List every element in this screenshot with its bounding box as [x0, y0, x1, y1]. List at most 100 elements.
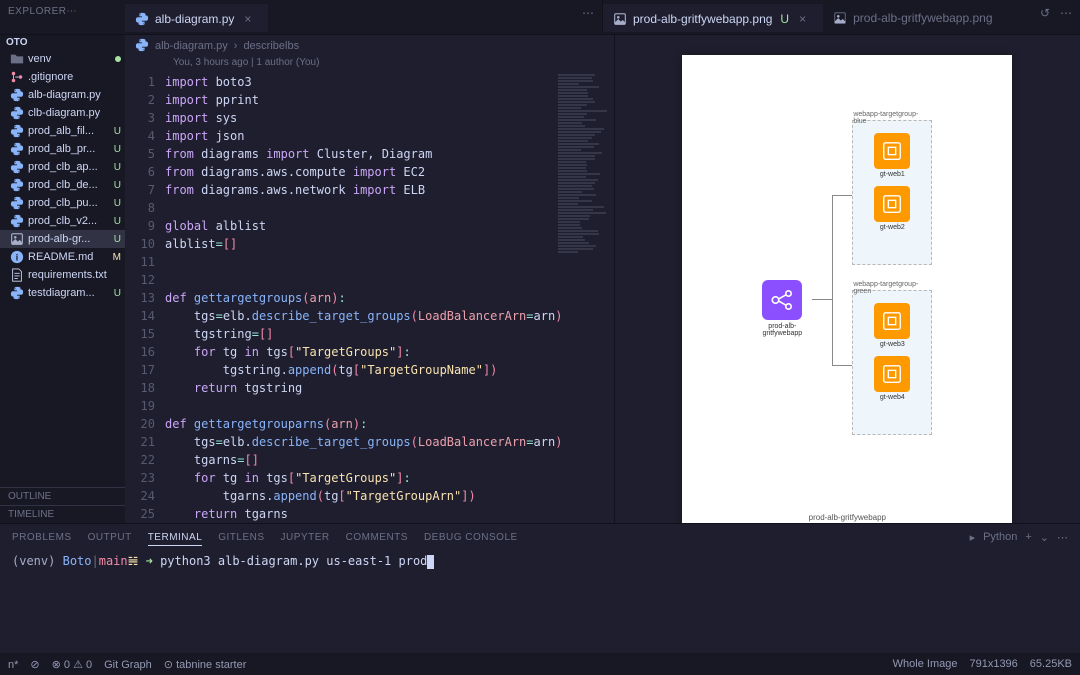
panel-tab-comments[interactable]: COMMENTS	[346, 532, 408, 543]
untracked-badge: U	[114, 288, 121, 299]
file-tree-item[interactable]: prod_clb_ap...U	[0, 158, 125, 176]
history-icon[interactable]: ↺	[1036, 4, 1054, 22]
tab-more-icon[interactable]: ⋯	[578, 4, 598, 22]
terminal-kind[interactable]: Python	[983, 531, 1017, 543]
panel-tabs: PROBLEMS OUTPUT TERMINAL GITLENS JUPYTER COMM…	[0, 524, 1080, 550]
file-tree-item[interactable]: alb-diagram.py	[0, 86, 125, 104]
file-tree-item[interactable]: prod-alb-gr...U	[0, 230, 125, 248]
status-item[interactable]: 65.25KB	[1030, 658, 1072, 670]
minimap[interactable]	[554, 73, 614, 253]
breadcrumb-symbol[interactable]: describelbs	[243, 40, 299, 52]
file-label: .gitignore	[28, 71, 121, 83]
untracked-badge: U	[114, 198, 121, 209]
file-label: prod_alb_fil...	[28, 125, 110, 137]
sidebar-footer: OUTLINE TIMELINE	[0, 487, 125, 523]
file-label: requirements.txt	[28, 269, 121, 281]
status-item[interactable]: ⊗ 0 ⚠ 0	[52, 659, 92, 671]
panel-tab-terminal[interactable]: TERMINAL	[148, 532, 203, 546]
connector	[812, 299, 832, 300]
close-icon[interactable]: ×	[244, 12, 258, 26]
file-tree-item[interactable]: clb-diagram.py	[0, 104, 125, 122]
image-preview[interactable]: prod-alb-gritfywebapp webapp-targetgroup…	[615, 35, 1080, 523]
tab-label: alb-diagram.py	[155, 12, 234, 26]
py-icon	[10, 88, 24, 102]
file-tree-item[interactable]: testdiagram...U	[0, 284, 125, 302]
panel-tab-jupyter[interactable]: JUPYTER	[281, 532, 330, 543]
untracked-badge: U	[114, 180, 121, 191]
code-content[interactable]: import boto3import pprintimport sysimpor…	[165, 73, 614, 523]
elb-node: prod-alb-gritfywebapp	[752, 280, 812, 337]
untracked-badge: U	[114, 162, 121, 173]
info-icon	[10, 250, 24, 264]
panel-tab-gitlens[interactable]: GITLENS	[218, 532, 264, 543]
file-tree-item[interactable]: prod_clb_pu...U	[0, 194, 125, 212]
explorer-more-icon[interactable]: ⋯	[66, 6, 77, 17]
file-tree-item[interactable]: requirements.txt	[0, 266, 125, 284]
python-icon	[135, 12, 149, 26]
untracked-badge: U	[114, 144, 121, 155]
right-editor-tabs: prod-alb-gritfywebapp.png U × prod-alb-g…	[602, 0, 1080, 34]
file-tree-item[interactable]: .gitignore	[0, 68, 125, 86]
cluster-blue: webapp-targetgroup-blue gt-web1 gt-web2	[852, 120, 932, 265]
new-terminal-icon[interactable]: +	[1025, 531, 1031, 543]
tab-actions: ⋯	[578, 4, 598, 22]
file-tree-item[interactable]: venv	[0, 50, 125, 68]
explorer-header: EXPLORER ⋯	[0, 0, 85, 22]
file-tree-item[interactable]: prod_alb_fil...U	[0, 122, 125, 140]
statusbar: n* ⊘ ⊗ 0 ⚠ 0 Git Graph ⊙ tabnine starter Who…	[0, 653, 1080, 675]
file-tree-item[interactable]: prod_clb_de... U	[0, 176, 125, 194]
file-label: venv	[28, 53, 111, 65]
file-label: alb-diagram.py	[28, 89, 121, 101]
outline-section[interactable]: OUTLINE	[0, 487, 125, 505]
cluster-label: webapp-targetgroup-green	[853, 281, 927, 295]
file-label: prod-alb-gr...	[28, 233, 110, 245]
panel-more-icon[interactable]: ⋯	[1057, 531, 1068, 544]
left-editor-tabs: alb-diagram.py × ⋯	[125, 0, 602, 34]
file-label: prod_alb_pr...	[28, 143, 110, 155]
file-label: prod_clb_de...	[28, 179, 110, 191]
status-item[interactable]: Whole Image	[893, 658, 958, 670]
ec2-label: gt-web1	[868, 171, 916, 178]
connector	[832, 195, 833, 365]
tab-preview-inactive[interactable]: prod-alb-gritfywebapp.png	[823, 4, 1002, 32]
panel-tab-output[interactable]: OUTPUT	[88, 532, 132, 543]
img-icon	[10, 232, 24, 246]
modified-badge: U	[780, 12, 789, 26]
status-item[interactable]: ⊘	[30, 659, 39, 671]
ec2-node: gt-web2	[868, 186, 916, 231]
file-tree: venv .gitignore alb-diagram.py clb-diagram.…	[0, 50, 125, 487]
status-item[interactable]: Git Graph	[104, 659, 152, 671]
gitlens-author: You, 3 hours ago | 1 author (You)	[125, 57, 614, 73]
py-icon	[10, 196, 24, 210]
terminal-cursor	[427, 555, 434, 569]
status-item[interactable]: 791x1396	[969, 658, 1017, 670]
tab-label: prod-alb-gritfywebapp.png	[853, 11, 992, 25]
diagram-title: prod-alb-gritfywebapp	[682, 513, 1012, 522]
tab-alb-diagram[interactable]: alb-diagram.py ×	[125, 4, 268, 32]
project-root[interactable]: OTO	[0, 35, 125, 50]
code-editor[interactable]: 1234567891011121314151617181920212223242…	[125, 73, 614, 523]
close-icon[interactable]: ×	[799, 12, 813, 26]
py-icon	[10, 214, 24, 228]
explorer-tab-area: EXPLORER ⋯	[0, 0, 125, 34]
tab-more-icon[interactable]: ⋯	[1056, 4, 1076, 22]
elb-label: prod-alb-gritfywebapp	[752, 323, 812, 337]
sidebar: OTO venv .gitignore alb-diagram.py clb-diag…	[0, 35, 125, 523]
file-tree-item[interactable]: README.mdM	[0, 248, 125, 266]
terminal[interactable]: (venv) Boto|main𝌢 ➜ python3 alb-diagram.…	[0, 550, 1080, 653]
tab-label: prod-alb-gritfywebapp.png	[633, 12, 772, 26]
file-tree-item[interactable]: prod_clb_v2...U	[0, 212, 125, 230]
breadcrumb[interactable]: alb-diagram.py › describelbs	[125, 35, 614, 57]
timeline-section[interactable]: TIMELINE	[0, 505, 125, 523]
folder-icon	[10, 52, 24, 66]
split-terminal-icon[interactable]: ⌄	[1040, 531, 1049, 544]
panel-tab-problems[interactable]: PROBLEMS	[12, 532, 72, 543]
terminal-picker-icon[interactable]: ▸	[970, 531, 976, 544]
file-tree-item[interactable]: prod_alb_pr... U	[0, 140, 125, 158]
tab-preview-active[interactable]: prod-alb-gritfywebapp.png U ×	[603, 4, 823, 32]
status-item[interactable]: ⊙ tabnine starter	[164, 659, 247, 671]
breadcrumb-file[interactable]: alb-diagram.py	[155, 40, 228, 52]
status-item[interactable]: n*	[8, 659, 18, 671]
git-icon	[10, 70, 24, 84]
panel-tab-debug console[interactable]: DEBUG CONSOLE	[424, 532, 518, 543]
